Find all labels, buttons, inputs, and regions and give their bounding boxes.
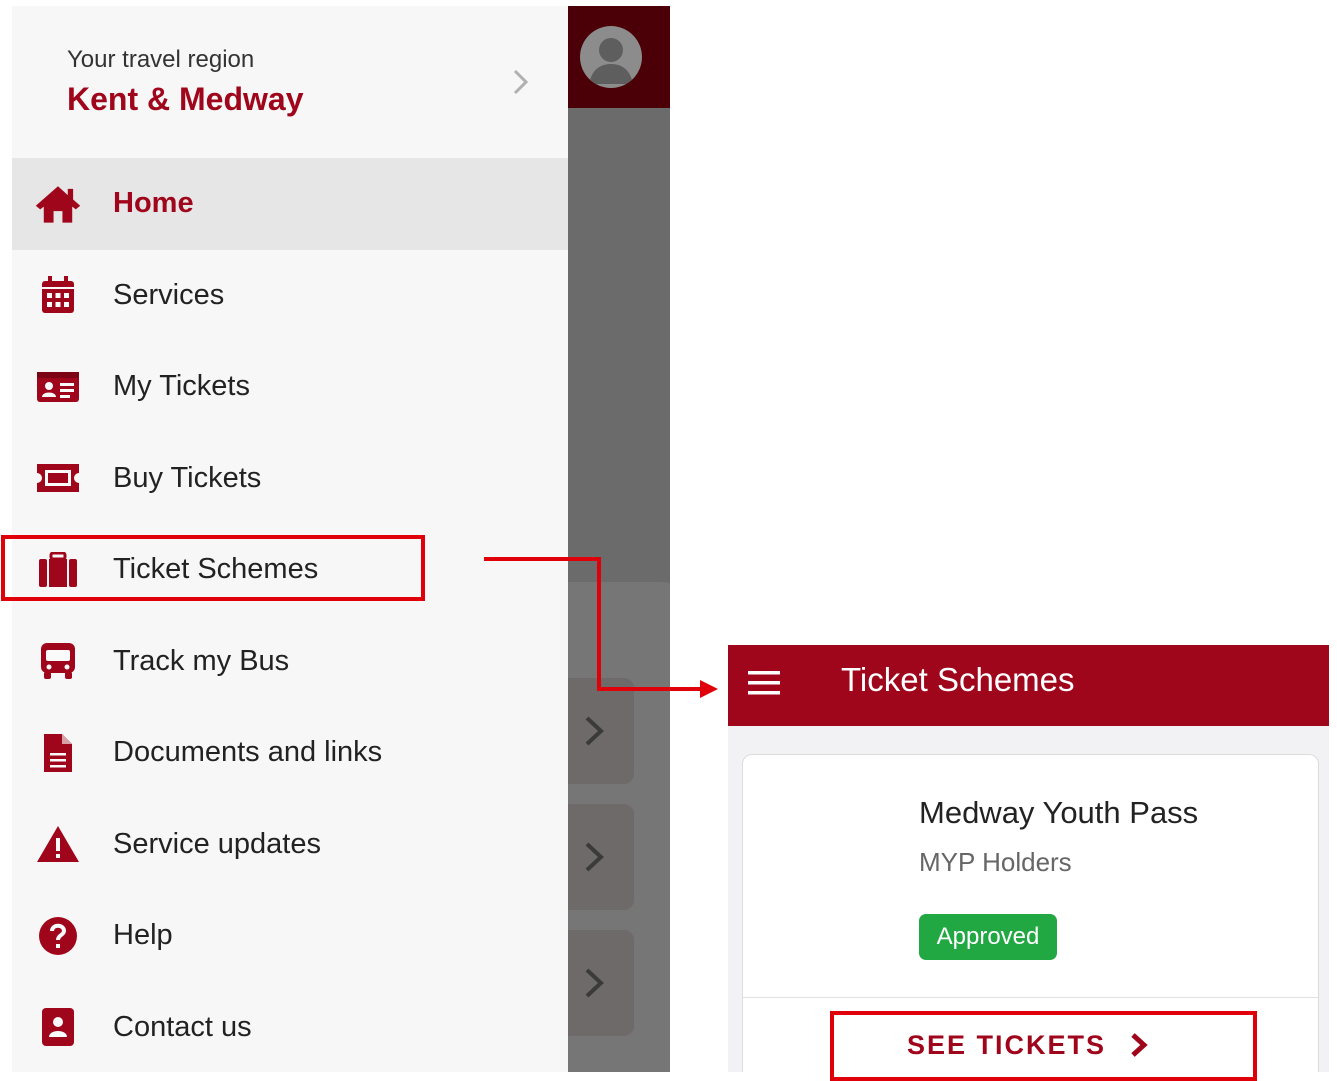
calendar-icon <box>34 271 82 319</box>
scheme-subtitle: MYP Holders <box>919 847 1072 877</box>
menu-item-documents-and-links[interactable]: Documents and links <box>12 707 568 799</box>
background-row <box>568 930 634 1036</box>
menu-item-services[interactable]: Services <box>12 250 568 342</box>
menu-item-contact-us[interactable]: Contact us <box>12 982 568 1073</box>
menu-item-service-updates[interactable]: Service updates <box>12 799 568 891</box>
menu-item-track-my-bus[interactable]: Track my Bus <box>12 616 568 708</box>
home-icon <box>34 180 82 228</box>
ticket-schemes-screenshot: Ticket Schemes Medway Youth Pass MYP Hol… <box>728 645 1329 1072</box>
help-icon <box>34 912 82 960</box>
menu-label: My Tickets <box>113 370 250 403</box>
travel-region-selector[interactable]: Your travel region Kent & Medway <box>12 6 568 156</box>
profile-avatar[interactable] <box>580 26 642 88</box>
background-card <box>568 582 670 1072</box>
app-bar: Ticket Schemes <box>728 645 1329 726</box>
status-badge: Approved <box>919 914 1057 960</box>
ticket-icon <box>34 454 82 502</box>
drawer-menu: Home Services My Tickets Buy Tickets Tic… <box>12 158 568 1072</box>
menu-label: Contact us <box>113 1010 252 1043</box>
hamburger-menu-icon[interactable] <box>746 665 782 701</box>
menu-label: Buy Tickets <box>113 461 262 494</box>
card-divider <box>743 997 1318 998</box>
warning-icon <box>34 820 82 868</box>
document-icon <box>34 729 82 777</box>
menu-item-help[interactable]: Help <box>12 890 568 982</box>
chevron-right-icon <box>513 69 529 95</box>
chevron-right-icon <box>585 842 604 872</box>
highlight-see-tickets <box>830 1011 1257 1081</box>
travel-region-label: Your travel region <box>67 46 255 73</box>
menu-label: Documents and links <box>113 736 383 769</box>
menu-label: Help <box>113 919 173 952</box>
contact-card-icon <box>34 1003 82 1051</box>
avatar-icon <box>589 38 633 84</box>
background-row <box>568 804 634 910</box>
background-row <box>568 678 634 784</box>
id-card-icon <box>34 363 82 411</box>
page-title: Ticket Schemes <box>841 661 1075 698</box>
drawer-backdrop[interactable] <box>568 6 670 1072</box>
menu-item-my-tickets[interactable]: My Tickets <box>12 341 568 433</box>
menu-item-home[interactable]: Home <box>12 158 568 250</box>
menu-label: Service updates <box>113 827 321 860</box>
chevron-right-icon <box>585 968 604 998</box>
background-app-bar <box>568 6 670 108</box>
menu-label: Home <box>113 187 194 220</box>
menu-label: Services <box>113 278 225 311</box>
highlight-ticket-schemes <box>1 535 425 601</box>
scheme-name: Medway Youth Pass <box>919 795 1199 830</box>
menu-label: Track my Bus <box>113 644 290 677</box>
bus-icon <box>34 637 82 685</box>
travel-region-name: Kent & Medway <box>67 81 304 117</box>
chevron-right-icon <box>585 716 604 746</box>
menu-item-buy-tickets[interactable]: Buy Tickets <box>12 433 568 525</box>
